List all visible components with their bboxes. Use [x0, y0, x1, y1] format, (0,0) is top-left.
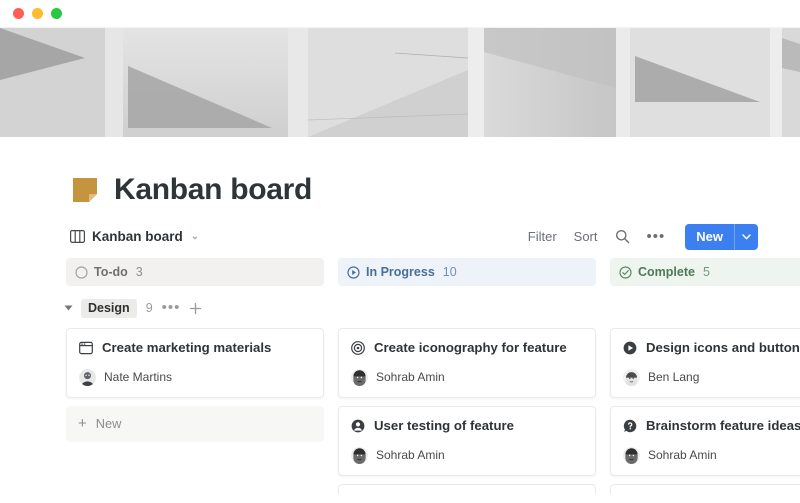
- close-button[interactable]: [13, 8, 24, 19]
- view-toolbar: Kanban board ⌄ Filter Sort ••• New: [0, 205, 800, 251]
- column-count-complete: 5: [702, 265, 710, 279]
- board-columns: Create marketing materials Nate Martins …: [66, 328, 800, 494]
- column-in-progress: Create iconography for feature Sohrab Am…: [338, 328, 596, 494]
- card-partial[interactable]: [338, 483, 596, 494]
- card-title: Create iconography for feature: [374, 340, 567, 355]
- card-title-row: Design icons and buttons: [623, 340, 800, 356]
- group-count: 9: [145, 301, 153, 315]
- circle-outline-icon: [75, 265, 88, 279]
- traffic-lights: [13, 8, 62, 19]
- view-tab-label: Kanban board: [92, 229, 183, 244]
- cover-image[interactable]: [0, 28, 800, 137]
- sticky-note-icon[interactable]: [70, 175, 100, 205]
- card-partial[interactable]: [610, 483, 800, 494]
- group-label-design[interactable]: Design: [81, 298, 137, 318]
- check-circle-outline-icon: [619, 265, 632, 279]
- question-bubble-icon: [623, 419, 637, 433]
- card-title-row: Create iconography for feature: [351, 340, 583, 356]
- account-circle-icon: [351, 419, 365, 433]
- board-columns-icon: [70, 230, 85, 243]
- column-label-in-progress: In Progress: [366, 265, 435, 279]
- card-assignee-row[interactable]: Sohrab Amin: [623, 446, 800, 464]
- card-title: Design icons and buttons: [646, 340, 800, 355]
- new-button[interactable]: New: [685, 223, 758, 250]
- group-row-design: Design 9 •••: [50, 293, 800, 323]
- avatar-ben-lang: [623, 368, 640, 386]
- card-title-row: Brainstorm feature ideas: [623, 418, 800, 434]
- window-titlebar: [0, 0, 800, 28]
- card-title-row: Create marketing materials: [79, 340, 311, 356]
- avatar-sohrab-amin: [351, 368, 368, 386]
- card-assignee-row[interactable]: Nate Martins: [79, 368, 311, 386]
- play-circle-outline-icon: [347, 265, 360, 279]
- chevron-down-icon[interactable]: ⌄: [191, 231, 199, 242]
- column-complete: Design icons and buttons Ben Lang Brains…: [610, 328, 800, 494]
- play-circle-filled-icon: [623, 341, 637, 355]
- avatar-sohrab-amin: [623, 446, 640, 464]
- card-assignee-name: Sohrab Amin: [376, 370, 445, 385]
- column-label-todo: To-do: [94, 265, 128, 279]
- minimize-button[interactable]: [32, 8, 43, 19]
- column-label-complete: Complete: [638, 265, 695, 279]
- new-button-chevron-down-icon[interactable]: [734, 223, 758, 250]
- add-card-button-todo[interactable]: + New: [66, 405, 324, 442]
- column-headers: To-do 3 In Progress 10 Complete 5: [66, 258, 800, 286]
- column-header-in-progress[interactable]: In Progress 10: [338, 258, 596, 286]
- maximize-button[interactable]: [51, 8, 62, 19]
- card-assignee-row[interactable]: Sohrab Amin: [351, 446, 583, 464]
- browser-window-icon: [79, 341, 93, 355]
- card-assignee-name: Ben Lang: [648, 370, 700, 385]
- group-ellipsis-icon[interactable]: •••: [162, 300, 181, 315]
- sort-button[interactable]: Sort: [574, 229, 598, 244]
- plus-icon: +: [78, 415, 87, 433]
- card-title: Brainstorm feature ideas: [646, 417, 800, 433]
- page-title: Kanban board: [114, 173, 313, 206]
- ellipsis-icon[interactable]: •••: [647, 229, 666, 244]
- card-title-row: User testing of feature: [351, 418, 583, 434]
- card[interactable]: Create marketing materials Nate Martins: [66, 328, 324, 398]
- card[interactable]: User testing of feature Sohrab Amin: [338, 405, 596, 476]
- column-header-todo[interactable]: To-do 3: [66, 258, 324, 286]
- add-card-label: New: [95, 416, 122, 432]
- toolbar-actions: Filter Sort ••• New: [528, 223, 758, 250]
- card-title: User testing of feature: [374, 417, 514, 433]
- search-icon[interactable]: [615, 229, 630, 244]
- card-assignee-name: Sohrab Amin: [376, 448, 445, 463]
- card-title: Create marketing materials: [102, 340, 272, 355]
- page-content: Kanban board Kanban board ⌄ Filter Sort: [0, 137, 800, 494]
- card-assignee-name: Sohrab Amin: [648, 448, 717, 463]
- card[interactable]: Brainstorm feature ideas Sohrab Amin: [610, 405, 800, 476]
- column-header-complete[interactable]: Complete 5: [610, 258, 800, 286]
- page-header: Kanban board: [0, 137, 800, 205]
- kanban-board: To-do 3 In Progress 10 Complete 5 Design…: [0, 258, 800, 494]
- column-count-in-progress: 10: [442, 265, 457, 279]
- column-todo: Create marketing materials Nate Martins …: [66, 328, 324, 494]
- target-icon: [351, 341, 365, 355]
- avatar-sohrab-amin: [351, 446, 368, 464]
- filter-button[interactable]: Filter: [528, 229, 557, 244]
- card-assignee-row[interactable]: Ben Lang: [623, 368, 800, 386]
- card-assignee-name: Nate Martins: [104, 370, 173, 385]
- card[interactable]: Create iconography for feature Sohrab Am…: [338, 328, 596, 398]
- avatar-nate-martins: [79, 368, 96, 386]
- column-count-todo: 3: [135, 265, 143, 279]
- group-add-icon[interactable]: [189, 302, 202, 315]
- new-button-label: New: [696, 229, 723, 244]
- triangle-down-icon[interactable]: [64, 305, 73, 311]
- view-tab-kanban-board[interactable]: Kanban board ⌄: [70, 229, 199, 244]
- card-assignee-row[interactable]: Sohrab Amin: [351, 368, 583, 386]
- card[interactable]: Design icons and buttons Ben Lang: [610, 328, 800, 398]
